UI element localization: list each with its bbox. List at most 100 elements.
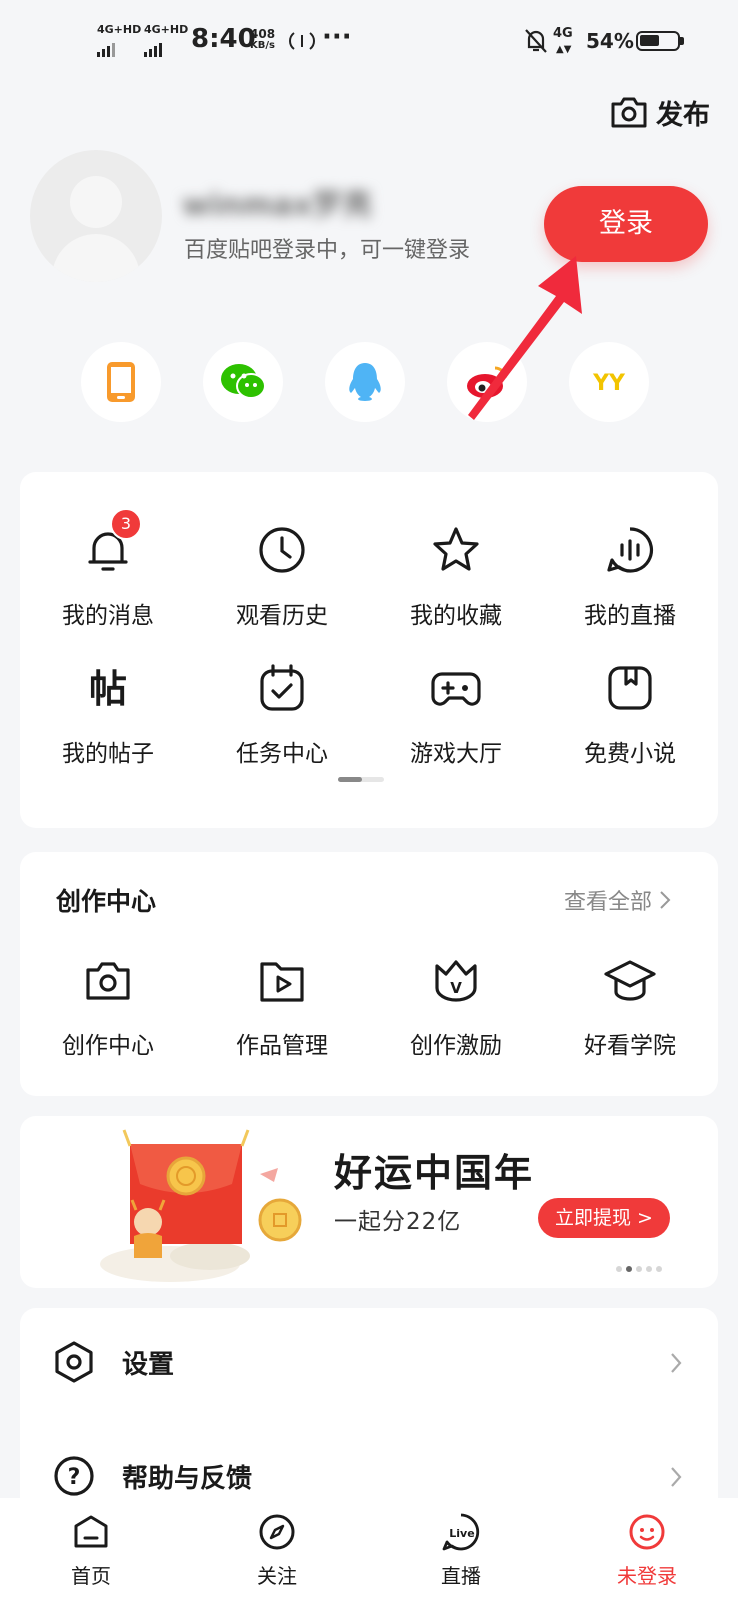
graduation-cap-icon [602, 952, 658, 1008]
signal-2: 4G+HD [144, 24, 188, 57]
grid-item-messages[interactable]: 3 我的消息 [23, 508, 193, 630]
publish-button[interactable]: 发布 [610, 88, 710, 136]
live-stream-icon [602, 522, 658, 578]
red-envelope-illustration [100, 1129, 302, 1282]
bell-icon: 3 [80, 508, 142, 578]
battery-tip [680, 37, 684, 45]
qq-login-button[interactable] [325, 342, 405, 422]
home-icon [74, 1515, 108, 1548]
help-feedback-label: 帮助与反馈 [122, 1464, 253, 1494]
grid-item-label: 我的直播 [584, 603, 676, 629]
network-type-2: 4G+HD [144, 23, 189, 36]
creator-item-incentive[interactable]: V 创作激励 [371, 952, 541, 1060]
phone-login-button[interactable] [81, 342, 161, 422]
grid-item-my-live[interactable]: 我的直播 [545, 522, 715, 630]
view-all-link[interactable]: 查看全部 [564, 884, 672, 916]
banner-page-dots [616, 1266, 662, 1272]
task-calendar-icon [254, 660, 310, 716]
tab-profile[interactable]: 未登录 [592, 1512, 702, 1589]
grid-item-posts[interactable]: 帖 我的帖子 [23, 660, 193, 768]
withdraw-button[interactable]: 立即提现 > [538, 1198, 670, 1238]
grid-page-indicator [338, 777, 384, 782]
tab-label: 首页 [71, 1564, 111, 1588]
grid-item-label: 作品管理 [236, 1033, 328, 1059]
compass-icon [259, 1514, 295, 1550]
grid-item-games[interactable]: 游戏大厅 [371, 660, 541, 768]
network-type-3: 4G [553, 26, 573, 41]
qq-icon [349, 363, 381, 401]
red-arrow-annotation [468, 256, 582, 420]
bottom-tab-bar: 首页 关注 Live 直播 未登录 [0, 1498, 738, 1600]
svg-text:V: V [450, 979, 462, 997]
settings-row[interactable]: 设置 [20, 1328, 718, 1398]
help-circle-icon: ? [54, 1456, 94, 1496]
live-icon: Live [442, 1513, 480, 1551]
grid-item-tasks[interactable]: 任务中心 [197, 660, 367, 768]
status-bar: 4G+HD 4G+HD 8:40 408 KB/s ··· 4G ▲▼ 54% [0, 0, 738, 80]
grid-item-novels[interactable]: 免费小说 [545, 660, 715, 768]
hexagon-settings-icon [55, 1341, 93, 1383]
grid-item-label: 创作激励 [410, 1033, 502, 1059]
svg-text:Live: Live [449, 1527, 474, 1540]
banner-subtitle: 一起分22亿 [334, 1209, 462, 1235]
chevron-right-icon [671, 1467, 682, 1487]
banner-dot [636, 1266, 642, 1272]
banner-dot [616, 1266, 622, 1272]
tab-follow[interactable]: 关注 [222, 1512, 332, 1589]
grid-item-label: 我的消息 [62, 603, 154, 629]
grid-item-favorites[interactable]: 我的收藏 [371, 522, 541, 630]
login-hint: 百度贴吧登录中，可一键登录 [184, 238, 471, 263]
promo-banner[interactable]: 好运中国年 一起分22亿 立即提现 > [20, 1116, 718, 1288]
grid-item-label: 我的收藏 [410, 603, 502, 629]
book-icon [602, 660, 658, 716]
banner-dot [626, 1266, 632, 1272]
signal-bars-icon [97, 38, 117, 57]
grid-item-label: 创作中心 [62, 1033, 154, 1059]
settings-label: 设置 [122, 1350, 175, 1380]
creator-center-card: 创作中心 查看全部 创作中心 作品管理 V 创作激励 好看学院 [20, 852, 718, 1096]
post-icon: 帖 [80, 660, 136, 716]
speed-value: 408 [250, 27, 276, 41]
signal-bars-icon [144, 38, 164, 57]
speed-unit: KB/s [250, 40, 276, 51]
battery-fill [640, 35, 659, 46]
grid-item-history[interactable]: 观看历史 [197, 522, 367, 630]
creator-item-center[interactable]: 创作中心 [23, 952, 193, 1060]
battery-icon [636, 31, 680, 51]
banner-title: 好运中国年 [334, 1151, 535, 1195]
network-speed: 408 KB/s [250, 28, 275, 52]
section-title: 创作中心 [56, 887, 157, 916]
tab-label: 未登录 [617, 1564, 677, 1588]
mute-bell-icon [525, 29, 547, 53]
camera-icon [80, 952, 136, 1008]
star-icon [428, 522, 484, 578]
quick-actions-card: 3 我的消息 观看历史 我的收藏 我的直播 帖 我的帖子 任务中心 游戏大厅 免… [20, 472, 718, 828]
creator-item-works[interactable]: 作品管理 [197, 952, 367, 1060]
grid-item-label: 游戏大厅 [410, 741, 502, 767]
phone-icon [107, 362, 135, 402]
grid-item-label: 我的帖子 [62, 741, 154, 767]
username: winmax罗亮 [182, 188, 373, 223]
chevron-right-icon [671, 1353, 682, 1373]
grid-item-label: 观看历史 [236, 603, 328, 629]
network-type-1: 4G+HD [97, 23, 142, 36]
crown-icon: V [428, 952, 484, 1008]
tab-label: 直播 [441, 1564, 481, 1588]
chevron-right-icon [660, 891, 671, 909]
more-dots: ··· [322, 22, 352, 52]
camera-icon [611, 97, 647, 128]
tab-label: 关注 [257, 1564, 297, 1588]
wechat-login-button[interactable] [203, 342, 283, 422]
banner-dot [646, 1266, 652, 1272]
tab-home[interactable]: 首页 [36, 1512, 146, 1589]
avatar[interactable] [30, 150, 162, 282]
message-count-badge: 3 [110, 508, 142, 540]
creator-item-academy[interactable]: 好看学院 [545, 952, 715, 1060]
grid-item-label: 好看学院 [584, 1033, 676, 1059]
video-folder-icon [254, 952, 310, 1008]
grid-item-label: 免费小说 [584, 741, 676, 767]
tab-live[interactable]: Live 直播 [406, 1512, 516, 1589]
clock-icon [254, 522, 310, 578]
svg-text:帖: 帖 [89, 667, 127, 711]
banner-dot [656, 1266, 662, 1272]
